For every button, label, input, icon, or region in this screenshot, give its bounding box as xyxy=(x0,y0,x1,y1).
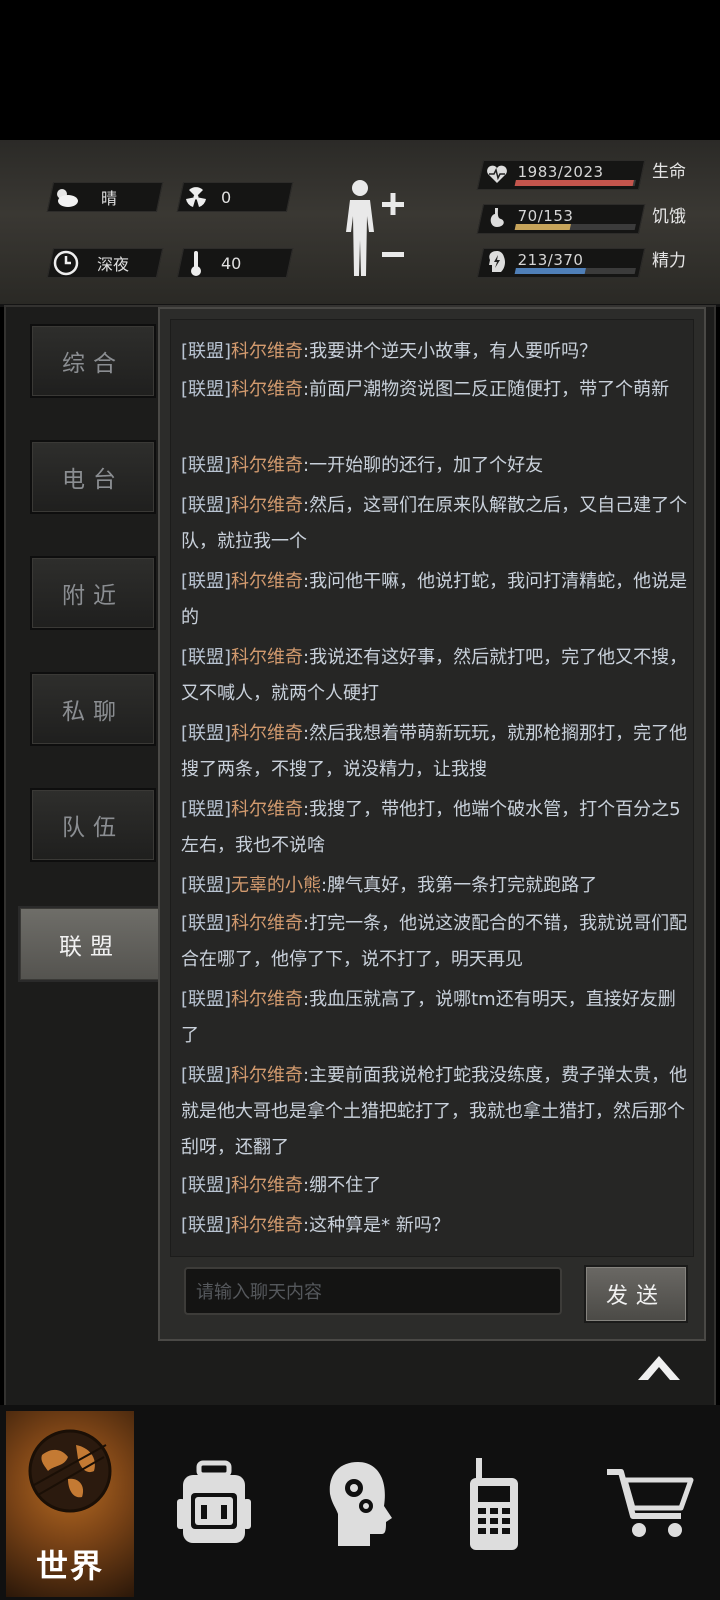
tab-radio[interactable]: 电台 xyxy=(30,440,156,514)
brain-bolt-icon xyxy=(484,249,510,275)
energy-value: 213/370 xyxy=(517,251,584,269)
chat-panel: [联盟]科尔维奇:我要讲个逆天小故事，有人要听吗？ [联盟]科尔维奇:前面尸潮物… xyxy=(158,307,706,1341)
stomach-icon xyxy=(484,205,510,231)
radiation-value: 0 xyxy=(221,187,232,207)
health-bar xyxy=(514,180,634,186)
nav-shop-button[interactable] xyxy=(586,1411,714,1597)
tab-general[interactable]: 综合 xyxy=(30,324,156,398)
energy-label: 精力 xyxy=(652,251,686,271)
chat-message: [联盟]科尔维奇:我血压就高了，说哪tm还有明天，直接好友删了 xyxy=(181,989,676,1046)
send-button[interactable]: 发送 xyxy=(584,1265,688,1323)
cart-icon xyxy=(607,1469,694,1537)
chat-message: [联盟]无辜的小熊:脾气真好，我第一条打完就跑路了 xyxy=(181,875,598,896)
chat-message: [联盟]科尔维奇:这种算是* 新吗？ xyxy=(181,1215,450,1236)
status-hud: 晴 0 深夜 40 1983/2023 生命 70/153 饥饿 213/370… xyxy=(0,140,720,307)
time-indicator: 深夜 xyxy=(46,248,164,278)
chat-message: [联盟]科尔维奇:我要讲个逆天小故事，有人要听吗？ xyxy=(181,341,598,362)
hunger-value: 70/153 xyxy=(517,207,574,225)
radiation-icon xyxy=(181,182,211,212)
temperature-value: 40 xyxy=(221,253,242,273)
chat-message: [联盟]科尔维奇:前面尸潮物资说图二反正随便打，带了个萌新 xyxy=(181,379,670,400)
human-body-icon xyxy=(346,180,404,276)
chat-message: [联盟]科尔维奇:我问他干嘛，他说打蛇，我问打清精蛇，他说是的 xyxy=(181,571,688,628)
globe-icon xyxy=(28,1429,112,1513)
radiation-indicator: 0 xyxy=(176,182,294,212)
body-status-button[interactable] xyxy=(340,176,416,280)
clock-icon xyxy=(51,248,81,278)
nav-world-label: 世界 xyxy=(35,1547,104,1585)
message-list[interactable]: [联盟]科尔维奇:我要讲个逆天小故事，有人要听吗？ [联盟]科尔维奇:前面尸潮物… xyxy=(170,319,694,1257)
nav-skills-button[interactable] xyxy=(296,1411,424,1597)
tab-nearby[interactable]: 附近 xyxy=(30,556,156,630)
tab-private[interactable]: 私聊 xyxy=(30,672,156,746)
chat-message: [联盟]科尔维奇:我搜了，带他打，他端个破水管，打个百分之5左右，我也不说啥 xyxy=(181,799,681,856)
tab-team[interactable]: 队伍 xyxy=(30,788,156,862)
chat-message: [联盟]科尔维奇:主要前面我说枪打蛇我没练度，费子弹太贵，他就是他大哥也是拿个土… xyxy=(181,1065,688,1158)
nav-world-button[interactable]: 世界 xyxy=(6,1411,134,1597)
chat-message: [联盟]科尔维奇:打完一条，他说这波配合的不错，我就说哥们配合在哪了，他停了下，… xyxy=(181,913,688,970)
chat-message: [联盟]科尔维奇:绷不住了 xyxy=(181,1175,382,1196)
weather-indicator: 晴 xyxy=(46,182,164,212)
thermometer-icon xyxy=(181,248,211,278)
chat-input[interactable]: 请输入聊天内容 xyxy=(184,1267,562,1315)
collapse-chevron-icon[interactable] xyxy=(636,1352,682,1382)
backpack-icon xyxy=(177,1460,251,1543)
chat-message: [联盟]科尔维奇:然后，这哥们在原来队解散之后，又自己建了个队，就拉我一个 xyxy=(181,495,688,552)
walkie-talkie-icon xyxy=(470,1458,518,1550)
energy-bar xyxy=(514,268,586,274)
temperature-indicator: 40 xyxy=(176,248,294,278)
chat-message: [联盟]科尔维奇:一开始聊的还行，加了个好友 xyxy=(181,455,544,476)
chat-message: [联盟]科尔维奇:我说还有这好事，然后就打吧，完了他又不搜，又不喊人，就两个人硬… xyxy=(181,647,688,704)
hunger-bar xyxy=(514,224,572,230)
time-label: 深夜 xyxy=(97,255,130,274)
chat-message: [联盟]科尔维奇:然后我想着带萌新玩玩，就那枪搁那打，完了他搜了两条，不搜了，说… xyxy=(181,723,688,780)
heart-icon xyxy=(484,161,510,187)
health-value: 1983/2023 xyxy=(517,163,604,181)
weather-label: 晴 xyxy=(101,189,118,208)
cloud-sun-icon xyxy=(51,182,81,212)
nav-backpack-button[interactable] xyxy=(150,1411,278,1597)
hunger-label: 饥饿 xyxy=(652,207,686,227)
bottom-nav: 世界 xyxy=(0,1405,720,1600)
tab-alliance[interactable]: 联盟 xyxy=(18,906,162,982)
health-label: 生命 xyxy=(652,162,686,182)
nav-radio-button[interactable] xyxy=(430,1411,558,1597)
head-gears-icon xyxy=(329,1462,392,1546)
